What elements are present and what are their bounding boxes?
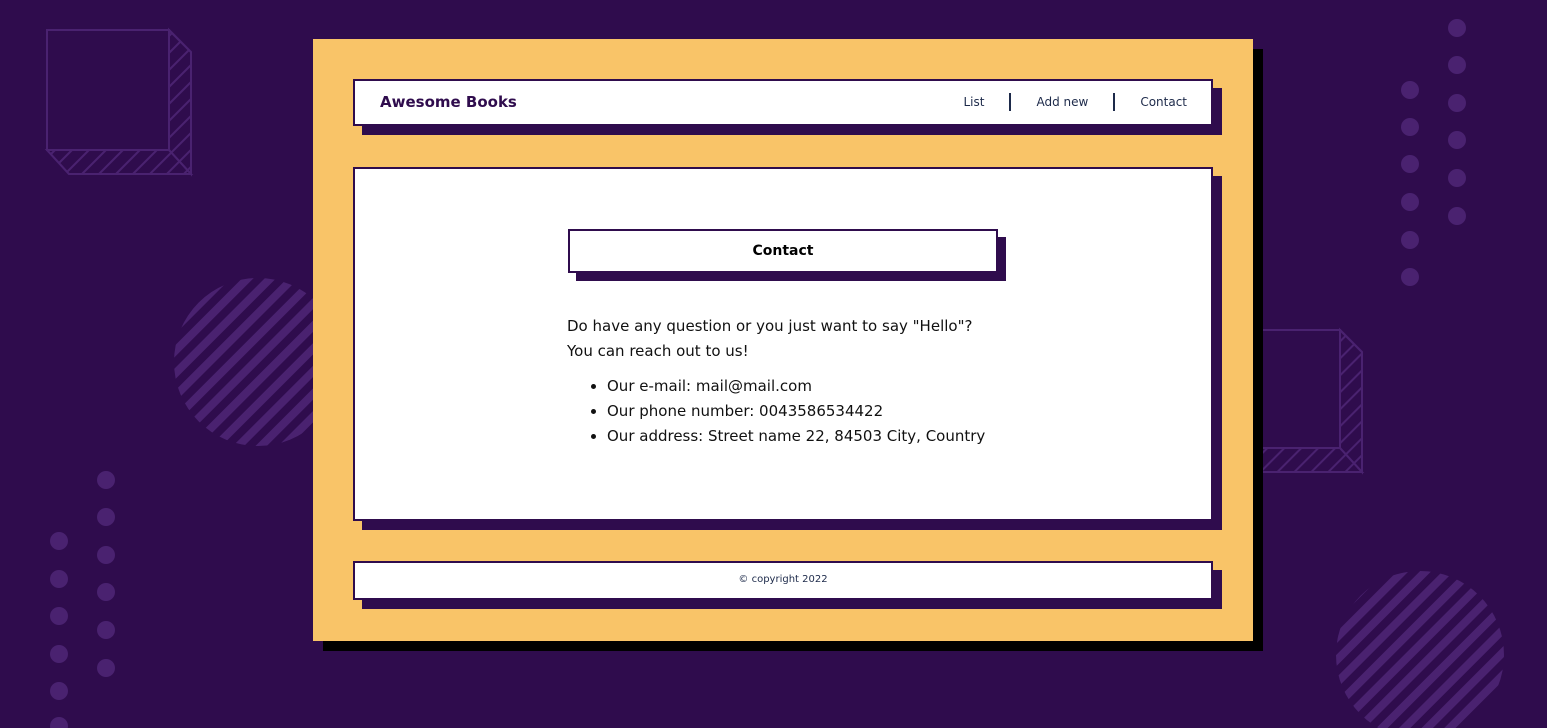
contact-phone: Our phone number: 0043586534422 [607, 399, 1047, 424]
contact-list: Our e-mail: mail@mail.com Our phone numb… [607, 374, 1047, 449]
contact-address: Our address: Street name 22, 84503 City,… [607, 424, 1047, 449]
nav-link-add-new[interactable]: Add new [1036, 95, 1088, 109]
contact-section: Contact Do have any question or you just… [353, 167, 1213, 521]
brand-logo: Awesome Books [380, 93, 517, 111]
contact-intro: Do have any question or you just want to… [567, 314, 1027, 364]
copyright-text: © copyright 2022 [738, 574, 828, 585]
header: Awesome Books List Add new Contact [353, 79, 1213, 126]
section-title: Contact [568, 229, 998, 273]
nav-link-list[interactable]: List [963, 95, 984, 109]
footer: © copyright 2022 [353, 561, 1213, 600]
intro-line: Do have any question or you just want to… [567, 317, 973, 335]
cube-decoration [44, 27, 194, 177]
app-container: Awesome Books List Add new Contact Conta… [313, 39, 1253, 641]
nav-link-contact[interactable]: Contact [1140, 95, 1187, 109]
contact-email: Our e-mail: mail@mail.com [607, 374, 1047, 399]
nav-divider [1113, 93, 1116, 111]
main-nav: List Add new Contact [963, 93, 1187, 111]
nav-divider [1009, 93, 1012, 111]
intro-line: You can reach out to us! [567, 342, 749, 360]
